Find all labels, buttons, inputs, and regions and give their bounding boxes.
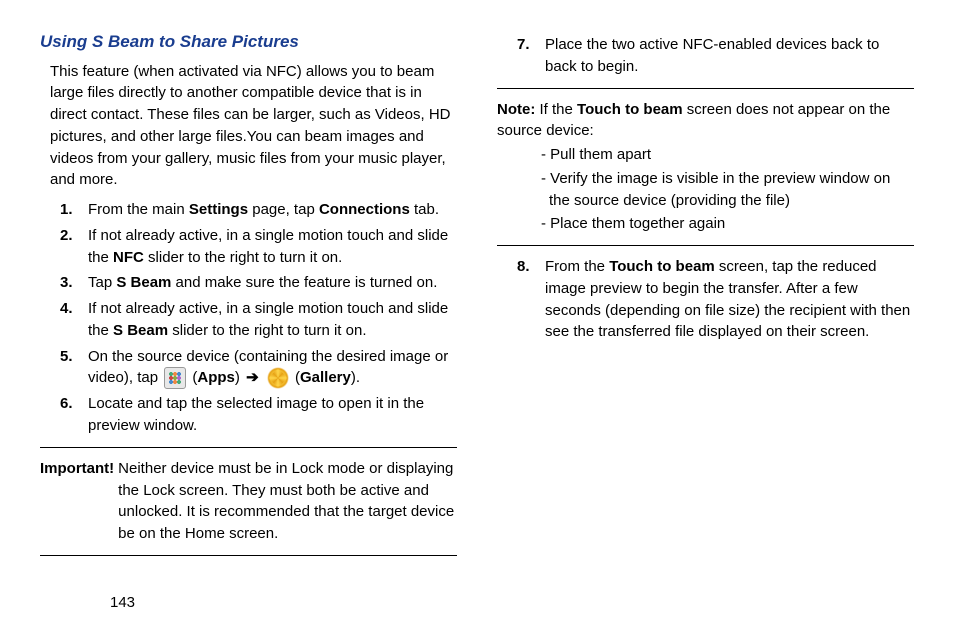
- step-number: 2.: [60, 225, 88, 269]
- page-columns: Using S Beam to Share Pictures This feat…: [40, 30, 914, 566]
- step-1: 1. From the main Settings page, tap Conn…: [60, 199, 457, 221]
- step-number: 7.: [517, 34, 545, 78]
- step-body: From the main Settings page, tap Connect…: [88, 199, 457, 221]
- step-body: Place the two active NFC-enabled devices…: [545, 34, 914, 78]
- note-block: Note: If the Touch to beam screen does n…: [497, 99, 914, 236]
- step-number: 8.: [517, 256, 545, 343]
- step-8: 8. From the Touch to beam screen, tap th…: [517, 256, 914, 343]
- divider: [497, 245, 914, 246]
- section-heading: Using S Beam to Share Pictures: [40, 30, 457, 55]
- left-column: Using S Beam to Share Pictures This feat…: [40, 30, 457, 566]
- step-number: 4.: [60, 298, 88, 342]
- step-body: If not already active, in a single motio…: [88, 298, 457, 342]
- step-number: 3.: [60, 272, 88, 294]
- note-subitem: - Pull them apart: [539, 144, 914, 166]
- divider: [40, 555, 457, 556]
- note-subitem: - Place them together again: [539, 213, 914, 235]
- note-label: Note:: [497, 101, 540, 118]
- step-6: 6. Locate and tap the selected image to …: [60, 393, 457, 437]
- step-body: Locate and tap the selected image to ope…: [88, 393, 457, 437]
- step-body: If not already active, in a single motio…: [88, 225, 457, 269]
- step-number: 5.: [60, 346, 88, 390]
- important-block: Important! Neither device must be in Loc…: [40, 458, 457, 545]
- step-4: 4. If not already active, in a single mo…: [60, 298, 457, 342]
- step-body: Tap S Beam and make sure the feature is …: [88, 272, 457, 294]
- important-label: Important!: [40, 458, 114, 545]
- divider: [40, 447, 457, 448]
- gallery-icon: [267, 367, 289, 389]
- step-7: 7. Place the two active NFC-enabled devi…: [517, 34, 914, 78]
- arrow-icon: ➔: [246, 369, 259, 386]
- step-number: 1.: [60, 199, 88, 221]
- note-sublist: - Pull them apart - Verify the image is …: [539, 144, 914, 235]
- important-body: Neither device must be in Lock mode or d…: [118, 458, 457, 545]
- intro-paragraph: This feature (when activated via NFC) al…: [50, 61, 457, 192]
- step-3: 3. Tap S Beam and make sure the feature …: [60, 272, 457, 294]
- note-subitem: - Verify the image is visible in the pre…: [539, 168, 914, 212]
- step-2: 2. If not already active, in a single mo…: [60, 225, 457, 269]
- step-body: On the source device (containing the des…: [88, 346, 457, 390]
- step-body: From the Touch to beam screen, tap the r…: [545, 256, 914, 343]
- step-number: 6.: [60, 393, 88, 437]
- page-number: 143: [110, 592, 135, 614]
- apps-icon: [164, 367, 186, 389]
- divider: [497, 88, 914, 89]
- step-5: 5. On the source device (containing the …: [60, 346, 457, 390]
- right-column: 7. Place the two active NFC-enabled devi…: [497, 30, 914, 566]
